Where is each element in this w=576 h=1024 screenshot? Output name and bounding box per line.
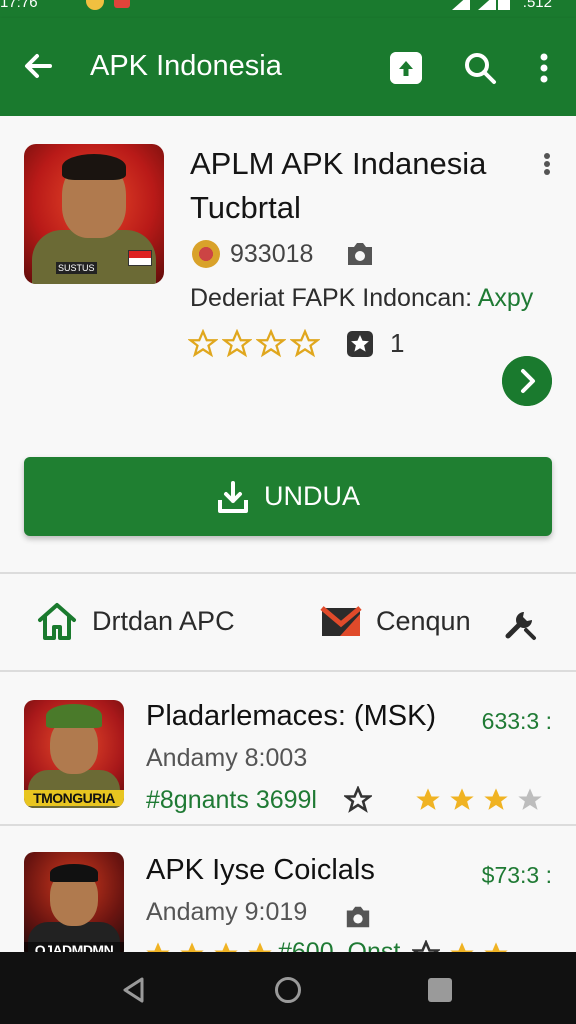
notification-app-icon <box>114 0 130 8</box>
battery-icon <box>498 0 510 10</box>
star-icon <box>450 942 474 952</box>
list-item-price: $73:3 : <box>481 862 552 888</box>
list-item[interactable]: TMONGURIA Pladarlemaces: (MSK) 633:3 : A… <box>0 672 576 826</box>
notification-coin-icon <box>86 0 104 10</box>
list-item-title: Pladarlemaces: (MSK) <box>146 700 437 732</box>
app-bar: APK Indonesia <box>0 18 576 116</box>
list-item-icon: OJADMDMN <box>24 852 124 952</box>
app-icon-tag: SUSTUS <box>56 262 97 274</box>
star-outline-icon <box>188 328 218 357</box>
app-bar-title: APK Indonesia <box>90 50 282 82</box>
more-vert-icon[interactable] <box>532 50 556 86</box>
back-arrow-icon[interactable] <box>20 48 56 84</box>
wrench-icon[interactable] <box>502 604 540 642</box>
star-icon <box>248 942 272 952</box>
star-icon <box>484 942 508 952</box>
home-action-label: Drtdan APC <box>92 605 235 636</box>
star-icon <box>214 942 238 952</box>
mail-action[interactable]: Cenqun <box>320 600 471 642</box>
list-item-rating <box>144 940 274 952</box>
star-icon <box>484 788 508 810</box>
app-detail-card: SUSTUS APLM APK Indanesia Tucbrtal 93301… <box>0 116 576 572</box>
list-item-price: 633:3 : <box>481 708 552 734</box>
star-icon <box>180 942 204 952</box>
star-empty-icon <box>518 788 542 810</box>
star-badge-icon[interactable] <box>346 330 374 358</box>
list-item-rating <box>414 786 544 814</box>
list-item-note: #8gnants 3699l <box>146 786 317 814</box>
list-item[interactable]: OJADMDMN APK Iyse Coiclals $73:3 : Andam… <box>0 826 576 952</box>
list-item-subtitle: Andamy 9:019 <box>146 898 308 926</box>
download-button[interactable]: UNDUA <box>24 457 552 536</box>
search-icon[interactable] <box>462 50 498 86</box>
download-button-label: UNDUA <box>263 481 360 511</box>
app-icon-hair <box>62 154 126 180</box>
status-bar: 17:76 .512 <box>0 0 576 18</box>
star-icon <box>146 942 170 952</box>
home-icon <box>38 603 76 640</box>
signal-icon <box>478 0 496 10</box>
home-action[interactable]: Drtdan APC <box>36 600 235 642</box>
list-item-note: #600_Onst <box>278 938 401 952</box>
app-stat-count: 933018 <box>230 239 314 268</box>
app-description-highlight[interactable]: Axpy <box>478 284 534 312</box>
more-vert-icon[interactable] <box>540 152 554 176</box>
status-time: 17:76 <box>0 0 38 11</box>
coin-icon <box>192 240 220 268</box>
camera-icon[interactable] <box>344 904 372 930</box>
upload-icon[interactable] <box>390 52 422 84</box>
signal-icons <box>452 0 496 10</box>
list-item-icon-caption: TMONGURIA <box>24 790 124 806</box>
mail-icon <box>320 606 362 636</box>
app-description-text: Dederiat FAPK Indoncan: <box>190 284 473 312</box>
star-outline-icon <box>290 328 320 357</box>
status-battery-text: .512 <box>522 0 552 11</box>
app-stat-row: 933018 <box>192 236 375 272</box>
nav-home-icon[interactable] <box>274 976 302 1004</box>
system-nav-bar <box>0 952 576 1024</box>
rating-row: 1 <box>188 328 404 359</box>
star-icon <box>450 788 474 810</box>
star-outline-icon <box>222 328 252 357</box>
list-item-icon-hair <box>50 864 98 882</box>
nav-back-icon[interactable] <box>120 976 148 1004</box>
list-item-title: APK Iyse Coiclals <box>146 854 375 886</box>
rating-count: 1 <box>390 328 405 358</box>
actions-row: Drtdan APC Cenqun <box>0 574 576 670</box>
star-icon <box>416 788 440 810</box>
list-item-icon: TMONGURIA <box>24 700 124 808</box>
camera-icon[interactable] <box>345 241 375 267</box>
list-item-subtitle: Andamy 8:003 <box>146 744 308 772</box>
star-outline-icon[interactable] <box>412 940 440 952</box>
app-list: TMONGURIA Pladarlemaces: (MSK) 633:3 : A… <box>0 672 576 952</box>
mail-action-label: Cenqun <box>376 605 471 636</box>
list-item-icon-cap <box>46 704 102 728</box>
nav-recents-icon[interactable] <box>428 978 452 1002</box>
star-outline-icon <box>256 328 286 357</box>
chevron-right-icon[interactable] <box>502 356 552 406</box>
notification-icons <box>86 0 130 10</box>
flag-icon <box>128 250 152 266</box>
star-outline-icon[interactable] <box>344 786 372 814</box>
wifi-icon <box>452 0 470 10</box>
app-icon[interactable]: SUSTUS <box>24 144 164 284</box>
app-name: APLM APK Indanesia Tucbrtal <box>190 146 487 225</box>
download-icon <box>217 480 248 513</box>
list-item-extra-rating <box>448 940 510 952</box>
list-item-icon-caption: OJADMDMN <box>24 942 124 952</box>
app-description: Dederiat FAPK Indoncan: Axpy <box>190 284 533 313</box>
